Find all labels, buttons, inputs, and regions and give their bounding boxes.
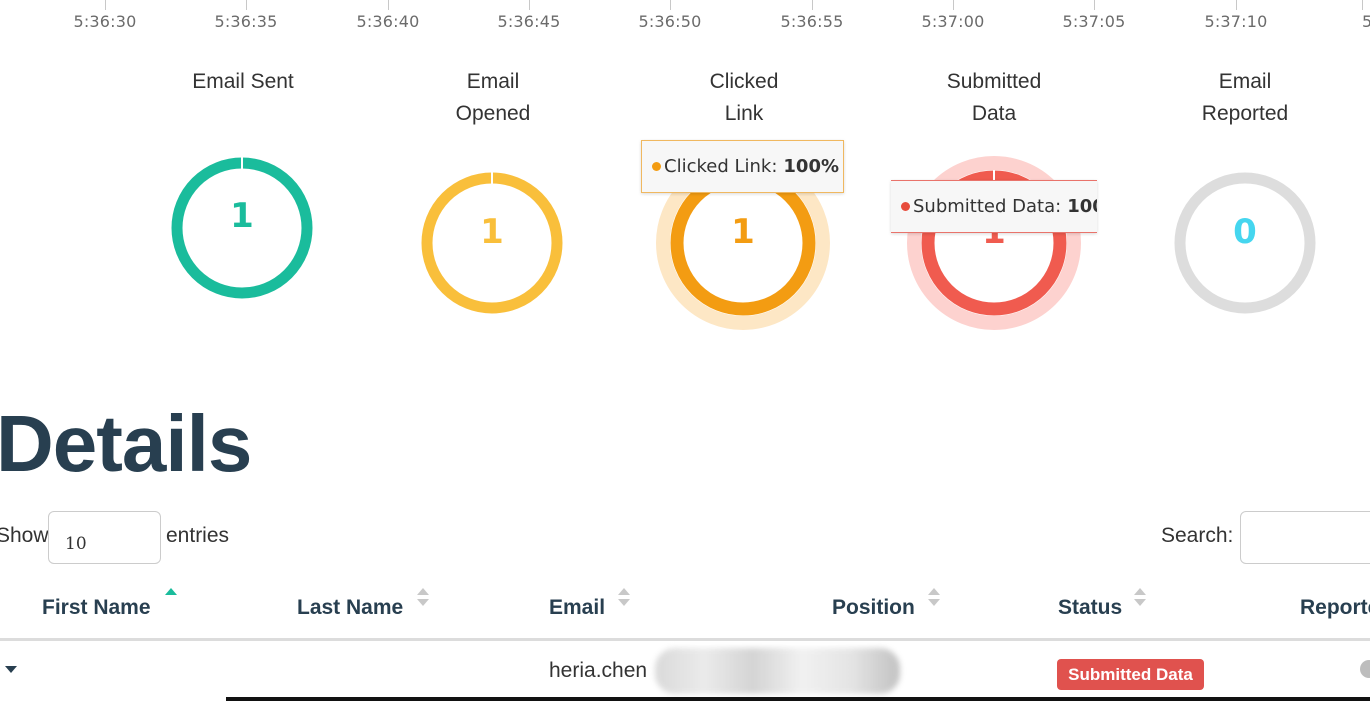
timeline-tick [388,0,389,10]
column-header-status[interactable]: Status [1058,596,1122,620]
timeline-tick-label: 5:36:50 [638,12,702,31]
table-header-divider [0,638,1370,641]
tooltip-label: Clicked Link: [664,156,778,177]
tooltip-value: 100% [1067,196,1097,217]
sort-icon[interactable] [1133,586,1147,608]
timeline-tick-label: 5:36:40 [356,12,420,31]
stat-value-email-sent: 1 [230,196,254,236]
stat-value-email-opened: 1 [480,212,504,252]
search-label: Search: [1161,524,1234,547]
timeline-tick-label: 5:36:35 [214,12,278,31]
tooltip-value: 100% [783,156,840,177]
entries-label: entries [166,524,230,547]
entries-select[interactable]: 10 [48,511,161,564]
timeline-tick [812,0,813,10]
timeline-tick-label: 5:37:10 [1204,12,1268,31]
sort-asc-icon[interactable] [164,584,178,606]
expand-row-icon[interactable] [5,666,17,673]
reported-icon [1360,660,1370,678]
cell-email: heria.chen [549,659,648,682]
column-header-reported[interactable]: Reported [1300,596,1370,620]
column-header-position[interactable]: Position [832,596,915,620]
timeline-tick [105,0,106,10]
sort-icon[interactable] [927,586,941,608]
show-label: Show [0,524,49,547]
timeline-tick [953,0,954,10]
tooltip-clicked-link: Clicked Link: 100% [641,140,844,193]
stat-title-email-opened: Email Opened [455,70,531,125]
bottom-edge [226,697,1370,701]
timeline-axis: 5:36:30 5:36:35 5:36:40 5:36:45 5:36:50 … [0,0,1370,40]
stat-title-email-reported: Email Reported [1201,70,1289,125]
status-badge: Submitted Data [1057,659,1204,690]
timeline-tick-label: 5:3 [1362,12,1370,31]
timeline-tick [246,0,247,10]
column-header-last-name[interactable]: Last Name [297,596,403,620]
tooltip-dot [901,202,910,211]
stat-value-email-reported: 0 [1233,212,1257,252]
timeline-tick-label: 5:36:30 [73,12,137,31]
timeline-tick-label: 5:36:55 [780,12,844,31]
timeline-tick-label: 5:36:45 [497,12,561,31]
tooltip-label: Submitted Data: [913,196,1062,217]
page-title: Details [0,399,252,488]
column-header-first-name[interactable]: First Name [42,596,151,620]
timeline-tick [1362,0,1363,10]
timeline-tick [1236,0,1237,10]
timeline-tick [670,0,671,10]
sort-icon[interactable] [617,586,631,608]
stat-title-submitted-data: Submitted Data [946,70,1042,125]
timeline-tick [1094,0,1095,10]
sort-icon[interactable] [416,586,430,608]
timeline-tick-label: 5:37:05 [1062,12,1126,31]
tooltip-dot [652,162,661,171]
stat-value-clicked-link: 1 [731,212,755,252]
search-input[interactable] [1240,511,1370,564]
stat-title-clicked-link: Clicked Link [709,70,779,125]
stat-title-email-sent: Email Sent [192,70,294,93]
column-header-email[interactable]: Email [549,596,605,620]
timeline-tick [529,0,530,10]
timeline-tick-label: 5:37:00 [921,12,985,31]
redacted-email-blur [655,648,900,694]
tooltip-submitted-data: Submitted Data: 100% [891,180,1097,233]
